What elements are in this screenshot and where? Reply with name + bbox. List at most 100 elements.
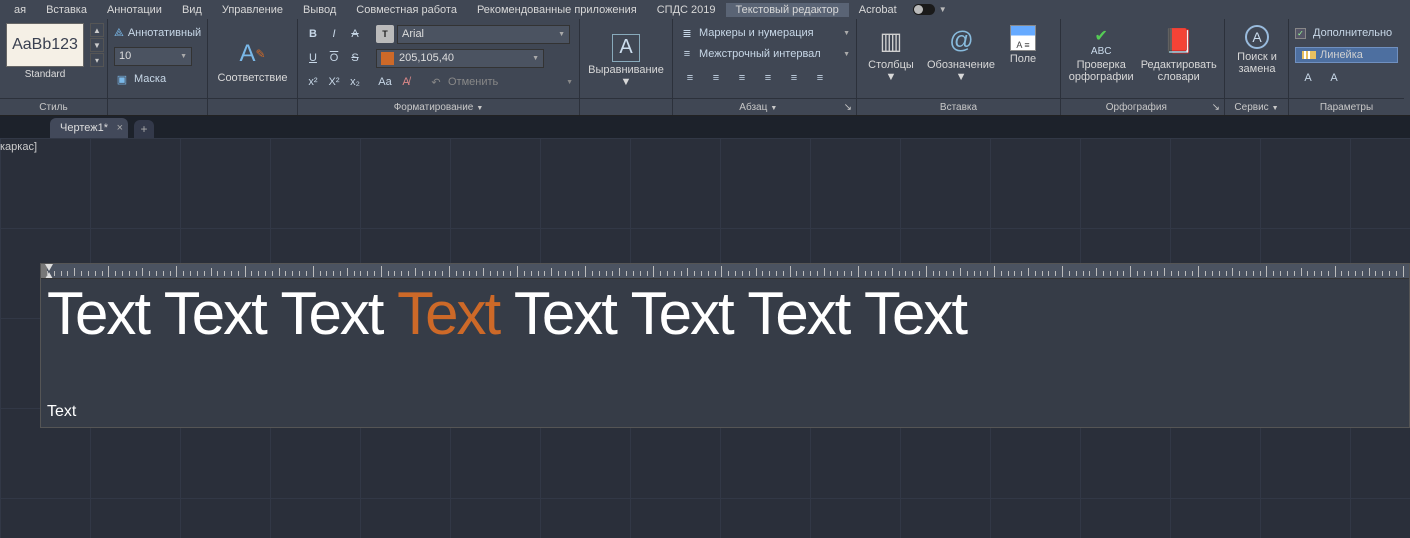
bullets-button[interactable]: ≣ Маркеры и нумерация ▼ xyxy=(679,23,850,43)
scroll-down-icon[interactable]: ▼ xyxy=(90,38,104,52)
case-button[interactable]: Aa xyxy=(376,73,394,91)
panel-title: Орфография ↘ xyxy=(1061,98,1224,115)
menu-item[interactable]: Совместная работа xyxy=(346,3,467,17)
cursor-text[interactable]: Text xyxy=(47,403,76,421)
menu-item-active[interactable]: Текстовый редактор xyxy=(726,3,849,17)
drawing-canvas[interactable]: каркас] Text Text Text Text Text Text Te… xyxy=(0,138,1410,538)
menu-item[interactable]: ая xyxy=(4,3,36,17)
sub-button[interactable]: x₂ xyxy=(346,73,364,91)
overline-button[interactable]: O xyxy=(325,49,343,67)
expand-icon[interactable]: ▾ xyxy=(90,53,104,67)
annotative-icon: ⟁ xyxy=(114,27,124,40)
mask-button[interactable]: ▣ Маска xyxy=(114,69,201,89)
layer-label: каркас] xyxy=(0,141,37,153)
panel-spacer xyxy=(580,98,672,115)
align-left-button[interactable]: ≡ xyxy=(679,68,701,88)
style-preview[interactable]: AaBb123 xyxy=(6,23,84,67)
new-tab-button[interactable]: + xyxy=(134,120,154,138)
menu-item[interactable]: Рекомендованные приложения xyxy=(467,3,647,17)
check-abc-icon: ✔ABC xyxy=(1085,25,1117,57)
find-icon: A xyxy=(1245,25,1269,49)
font-select[interactable]: Arial▼ xyxy=(397,25,570,44)
ribbon: AaBb123 Standard ▲ ▼ ▾ Стиль ⟁ Аннотатив… xyxy=(0,19,1410,116)
color-select[interactable]: 205,105,40▼ xyxy=(376,49,544,68)
italic-button[interactable]: I xyxy=(325,25,343,43)
spacing-button[interactable]: ≡ Межстрочный интервал ▼ xyxy=(679,44,850,64)
checkbox-icon[interactable]: ✓ xyxy=(1295,28,1306,39)
clear-format-button[interactable]: A̸ xyxy=(397,73,415,91)
bold-button[interactable]: B xyxy=(304,25,322,43)
menu-item[interactable]: СПДС 2019 xyxy=(647,3,726,17)
option-b-icon[interactable]: A xyxy=(1325,69,1343,87)
panel-title[interactable]: Сервис▼ xyxy=(1225,98,1288,115)
document-tab[interactable]: Чертеж1* × xyxy=(50,118,128,138)
sup-button[interactable]: x² xyxy=(304,73,322,91)
mask-icon: ▣ xyxy=(114,73,130,86)
underline-button[interactable]: U xyxy=(304,49,322,67)
menu-bar: ая Вставка Аннотации Вид Управление Выво… xyxy=(0,0,1410,19)
book-icon: 📕 xyxy=(1163,25,1195,57)
text-ruler[interactable] xyxy=(41,264,1409,279)
style-name: Standard xyxy=(6,69,84,80)
option-a-icon[interactable]: A xyxy=(1299,69,1317,87)
font-size-input[interactable]: 10▼ xyxy=(114,47,192,66)
close-icon[interactable]: × xyxy=(117,122,123,134)
justify2-button[interactable]: ≡ xyxy=(783,68,805,88)
columns-button[interactable]: ▥ Столбцы▼ xyxy=(863,23,919,98)
symbol-button[interactable]: @ Обозначение▼ xyxy=(923,23,999,98)
dictionary-button[interactable]: 📕 Редактировать словари xyxy=(1139,23,1218,98)
panel-spacer xyxy=(108,98,207,115)
toggle-switch[interactable] xyxy=(913,4,935,15)
paintbrush-icon: A✎ xyxy=(237,38,269,70)
field-button[interactable]: A ≡ Поле xyxy=(1003,23,1043,98)
chevron-down-icon[interactable]: ▼ xyxy=(180,53,187,60)
undo-button[interactable]: Отменить xyxy=(448,76,498,88)
align-right-button[interactable]: ≡ xyxy=(731,68,753,88)
annotative-button[interactable]: ⟁ Аннотативный xyxy=(114,23,201,43)
text-content[interactable]: Text Text Text Text Text Text Text Text xyxy=(41,279,1409,349)
chevron-down-icon[interactable]: ▼ xyxy=(566,79,573,86)
chevron-down-icon[interactable]: ▼ xyxy=(939,5,947,14)
menu-item[interactable]: Управление xyxy=(212,3,293,17)
undo-icon: ↶ xyxy=(427,73,445,91)
menu-item[interactable]: Вывод xyxy=(293,3,346,17)
alignment-button[interactable]: A Выравнивание▼ xyxy=(586,32,666,90)
panel-title[interactable]: Абзац▼ ↘ xyxy=(673,98,856,115)
alignment-icon: A xyxy=(612,34,640,62)
chevron-down-icon: ▼ xyxy=(843,51,850,58)
justify-button[interactable]: ≡ xyxy=(757,68,779,88)
spellcheck-button[interactable]: ✔ABC Проверка орфографии xyxy=(1067,23,1135,98)
match-format-button[interactable]: A✎ Соответствие xyxy=(214,36,291,86)
chevron-down-icon: ▼ xyxy=(621,76,632,88)
ruler-button[interactable]: Линейка xyxy=(1295,47,1398,63)
menu-item[interactable]: Вид xyxy=(172,3,212,17)
menu-item[interactable]: Вставка xyxy=(36,3,97,17)
ruler-icon xyxy=(1302,51,1316,59)
menu-item[interactable]: Acrobat xyxy=(849,3,907,17)
strike2-button[interactable]: S xyxy=(346,49,364,67)
extra-button[interactable]: ✓ Дополнительно xyxy=(1295,23,1398,43)
columns-icon: ▥ xyxy=(875,25,907,57)
align-center-button[interactable]: ≡ xyxy=(705,68,727,88)
line-spacing-icon: ≡ xyxy=(679,48,695,60)
menu-item[interactable]: Аннотации xyxy=(97,3,172,17)
strike-button[interactable]: A xyxy=(346,25,364,43)
document-tab-bar: Чертеж1* × + xyxy=(0,116,1410,138)
panel-title[interactable]: Форматирование▼ xyxy=(298,98,579,115)
distribute-button[interactable]: ≡ xyxy=(809,68,831,88)
panel-title: Параметры xyxy=(1289,98,1404,115)
panel-title: Стиль xyxy=(0,98,107,115)
panel-spacer xyxy=(208,98,297,115)
find-replace-button[interactable]: A Поиск и замена xyxy=(1231,23,1283,98)
text-editor-box[interactable]: Text Text Text Text Text Text Text Text … xyxy=(40,263,1410,428)
chevron-down-icon: ▼ xyxy=(843,30,850,37)
scroll-up-icon[interactable]: ▲ xyxy=(90,23,104,37)
panel-title: Вставка xyxy=(857,98,1060,115)
chevron-down-icon[interactable]: ▼ xyxy=(558,31,565,38)
field-icon: A ≡ xyxy=(1010,25,1036,51)
chevron-down-icon[interactable]: ▼ xyxy=(532,55,539,62)
at-icon: @ xyxy=(945,25,977,57)
sup2-button[interactable]: X² xyxy=(325,73,343,91)
list-icon: ≣ xyxy=(679,27,695,40)
color-swatch xyxy=(381,52,394,65)
